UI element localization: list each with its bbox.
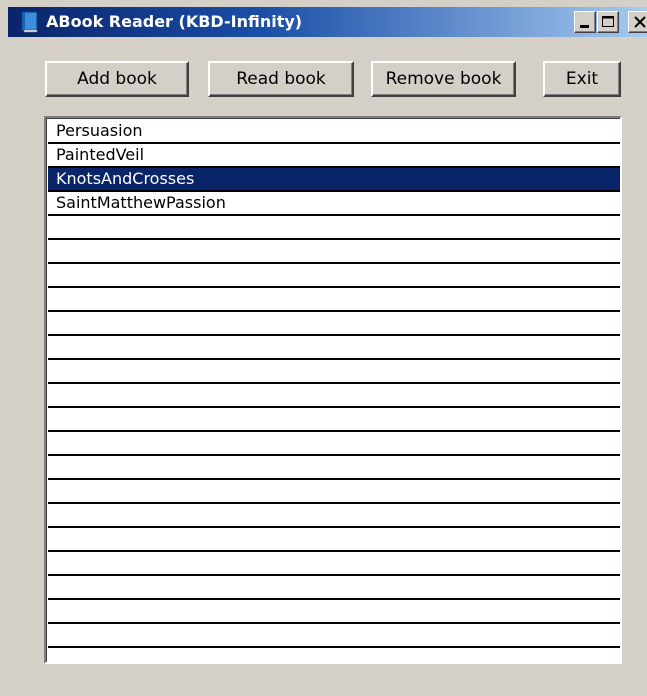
empty-list-row[interactable]	[48, 336, 620, 360]
add-book-button[interactable]: Add book	[45, 61, 189, 97]
maximize-button[interactable]	[597, 11, 619, 33]
empty-list-row[interactable]	[48, 384, 620, 408]
empty-list-row[interactable]	[48, 264, 620, 288]
list-item[interactable]: SaintMatthewPassion	[48, 192, 620, 216]
empty-list-row[interactable]	[48, 216, 620, 240]
empty-list-row[interactable]	[48, 624, 620, 648]
minimize-icon	[580, 25, 589, 28]
empty-list-row[interactable]	[48, 528, 620, 552]
remove-book-button[interactable]: Remove book	[371, 61, 516, 97]
title-bar[interactable]: ABook Reader (KBD-Infinity)	[8, 7, 647, 37]
read-book-button[interactable]: Read book	[208, 61, 354, 97]
close-icon	[634, 16, 646, 28]
empty-list-row[interactable]	[48, 600, 620, 624]
empty-list-row[interactable]	[48, 360, 620, 384]
empty-list-row[interactable]	[48, 456, 620, 480]
empty-list-row[interactable]	[48, 504, 620, 528]
minimize-button[interactable]	[574, 11, 596, 33]
empty-list-row[interactable]	[48, 240, 620, 264]
empty-list-row[interactable]	[48, 288, 620, 312]
book-list[interactable]: Persuasion PaintedVeil KnotsAndCrosses Sain…	[44, 116, 622, 664]
empty-list-row[interactable]	[48, 432, 620, 456]
empty-list-row[interactable]	[48, 552, 620, 576]
exit-button[interactable]: Exit	[543, 61, 621, 97]
empty-list-row[interactable]	[48, 576, 620, 600]
book-icon	[20, 11, 40, 33]
close-button[interactable]	[628, 11, 647, 33]
empty-list-row[interactable]	[48, 408, 620, 432]
list-item[interactable]: PaintedVeil	[48, 144, 620, 168]
empty-list-row[interactable]	[48, 480, 620, 504]
empty-list-row[interactable]	[48, 648, 620, 662]
main-window: ABook Reader (KBD-Infinity) Add book Rea…	[0, 0, 647, 696]
list-item[interactable]: Persuasion	[48, 120, 620, 144]
list-item[interactable]: KnotsAndCrosses	[48, 168, 620, 192]
empty-list-row[interactable]	[48, 312, 620, 336]
window-title: ABook Reader (KBD-Infinity)	[46, 12, 303, 31]
maximize-icon	[602, 16, 614, 27]
